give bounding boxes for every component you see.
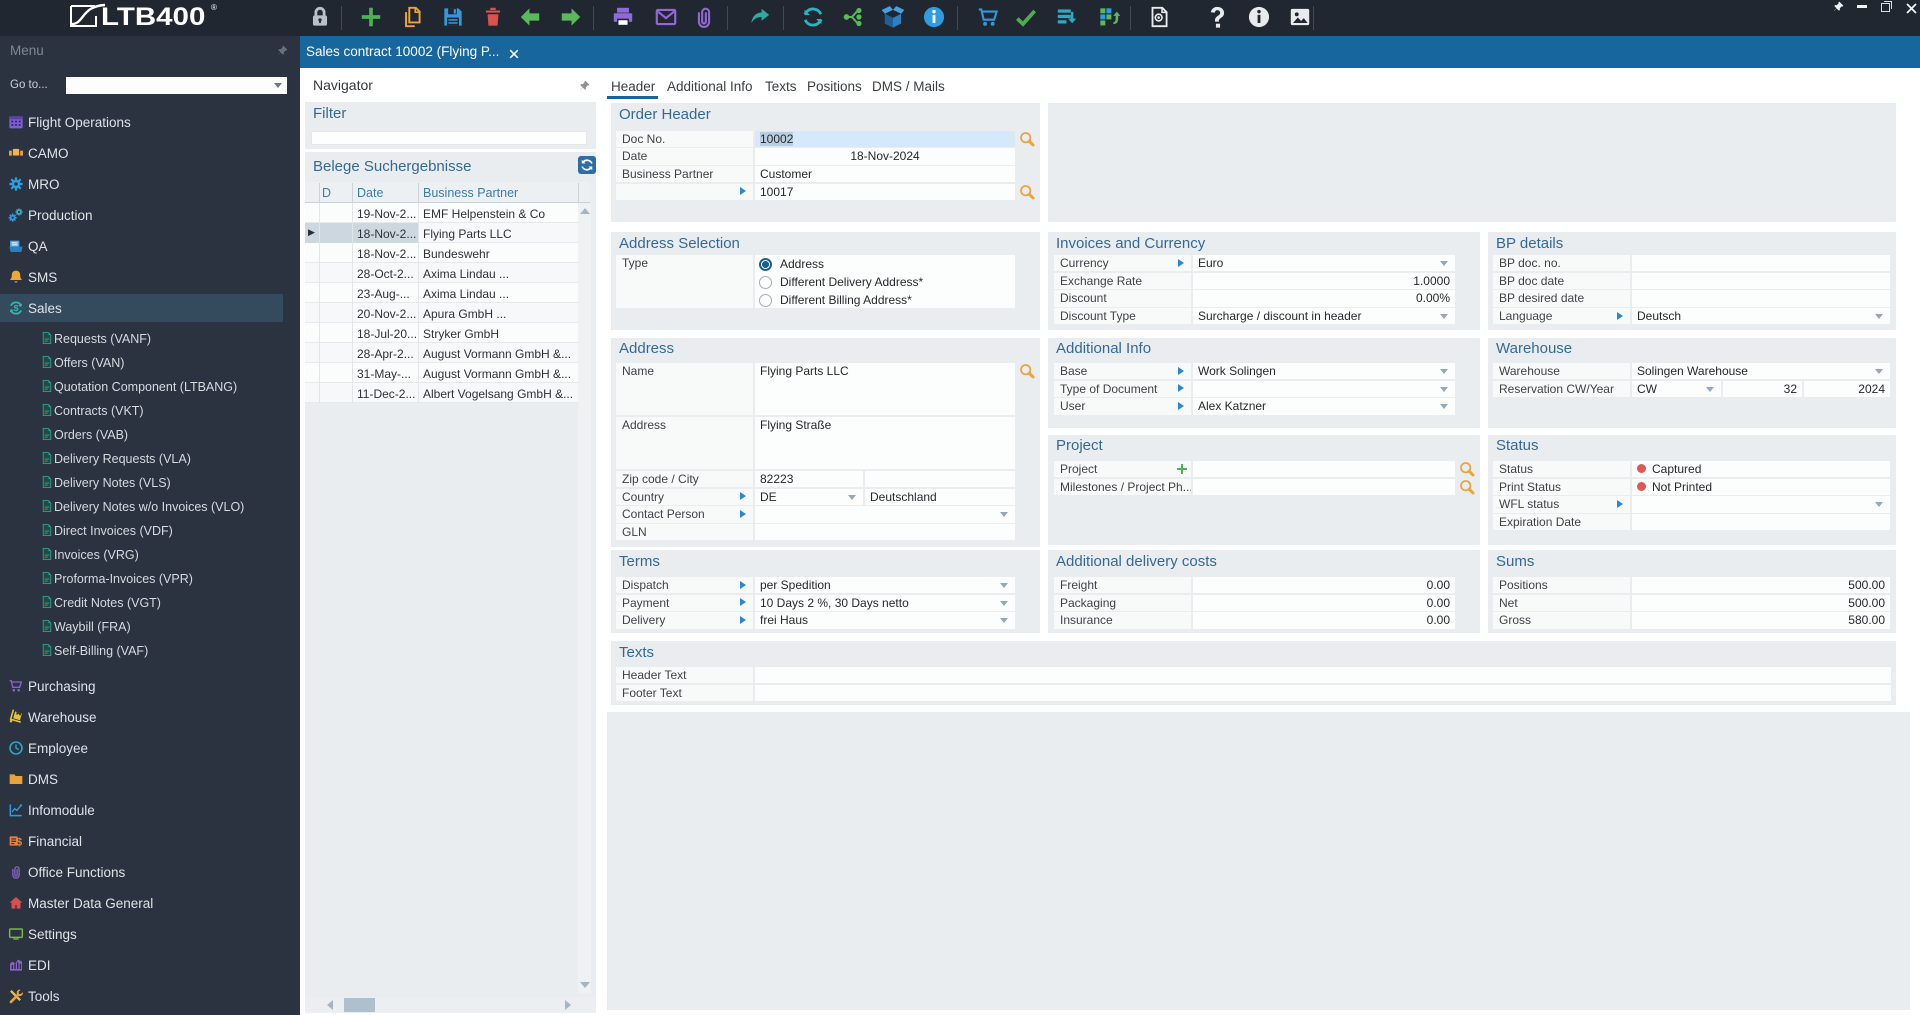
svg-text:$: $ — [14, 303, 19, 313]
svg-text:$: $ — [16, 837, 22, 849]
